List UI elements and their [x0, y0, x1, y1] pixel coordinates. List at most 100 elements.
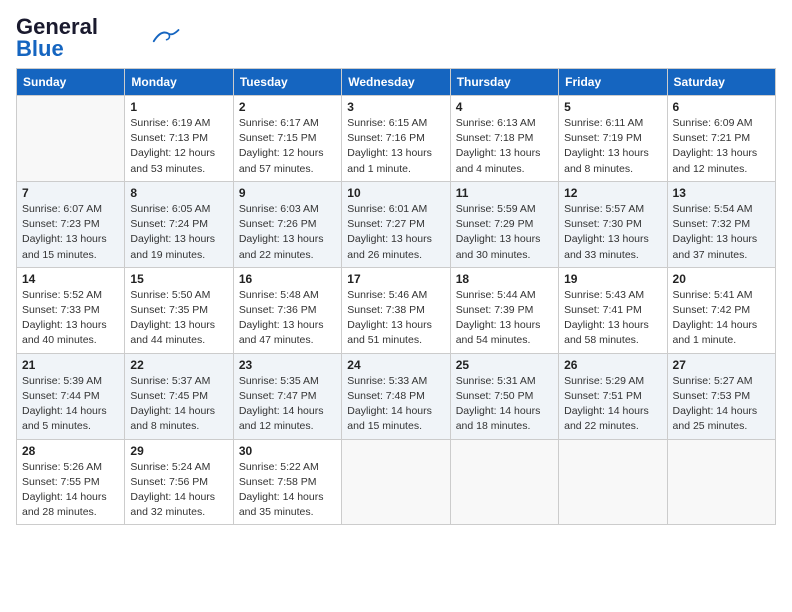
calendar-cell: 22 Sunrise: 5:37 AMSunset: 7:45 PMDayligh… [125, 353, 233, 439]
day-info: Sunrise: 6:01 AMSunset: 7:27 PMDaylight:… [347, 202, 444, 263]
day-number: 24 [347, 358, 444, 372]
day-number: 30 [239, 444, 336, 458]
day-info: Sunrise: 5:50 AMSunset: 7:35 PMDaylight:… [130, 288, 227, 349]
calendar-cell [667, 439, 775, 525]
logo: GeneralBlue [16, 16, 180, 60]
calendar-cell [17, 96, 125, 182]
day-number: 17 [347, 272, 444, 286]
calendar-cell: 12 Sunrise: 5:57 AMSunset: 7:30 PMDayligh… [559, 181, 667, 267]
day-number: 3 [347, 100, 444, 114]
calendar-week-row: 7 Sunrise: 6:07 AMSunset: 7:23 PMDaylight… [17, 181, 776, 267]
day-number: 27 [673, 358, 770, 372]
day-number: 14 [22, 272, 119, 286]
calendar-cell: 26Sunrise: 5:29 AMSunset: 7:51 PMDayligh… [559, 353, 667, 439]
day-info: Sunrise: 5:26 AMSunset: 7:55 PMDaylight:… [22, 460, 119, 521]
calendar-cell: 4Sunrise: 6:13 AMSunset: 7:18 PMDaylight… [450, 96, 558, 182]
day-number: 22 [130, 358, 227, 372]
day-info: Sunrise: 5:35 AMSunset: 7:47 PMDaylight:… [239, 374, 336, 435]
day-info: Sunrise: 5:27 AMSunset: 7:53 PMDaylight:… [673, 374, 770, 435]
calendar-cell: 7 Sunrise: 6:07 AMSunset: 7:23 PMDaylight… [17, 181, 125, 267]
calendar-cell: 13Sunrise: 5:54 AMSunset: 7:32 PMDayligh… [667, 181, 775, 267]
day-number: 1 [130, 100, 227, 114]
day-info: Sunrise: 5:24 AMSunset: 7:56 PMDaylight:… [130, 460, 227, 521]
day-info: Sunrise: 6:07 AMSunset: 7:23 PMDaylight:… [22, 202, 119, 263]
day-info: Sunrise: 5:22 AMSunset: 7:58 PMDaylight:… [239, 460, 336, 521]
day-number: 28 [22, 444, 119, 458]
logo-bird-icon [150, 27, 180, 45]
calendar-cell: 14 Sunrise: 5:52 AMSunset: 7:33 PMDayligh… [17, 267, 125, 353]
weekday-header-row: SundayMondayTuesdayWednesdayThursdayFrid… [17, 69, 776, 96]
calendar-week-row: 14 Sunrise: 5:52 AMSunset: 7:33 PMDayligh… [17, 267, 776, 353]
day-info: Sunrise: 5:37 AMSunset: 7:45 PMDaylight:… [130, 374, 227, 435]
calendar-cell: 30 Sunrise: 5:22 AMSunset: 7:58 PMDayligh… [233, 439, 341, 525]
calendar-cell: 5 Sunrise: 6:11 AMSunset: 7:19 PMDaylight… [559, 96, 667, 182]
day-number: 19 [564, 272, 661, 286]
calendar-cell [342, 439, 450, 525]
calendar-cell [450, 439, 558, 525]
weekday-header-saturday: Saturday [667, 69, 775, 96]
day-number: 5 [564, 100, 661, 114]
calendar-week-row: 1 Sunrise: 6:19 AMSunset: 7:13 PMDaylight… [17, 96, 776, 182]
calendar-cell: 28 Sunrise: 5:26 AMSunset: 7:55 PMDayligh… [17, 439, 125, 525]
day-number: 25 [456, 358, 553, 372]
page-header: GeneralBlue [16, 16, 776, 60]
calendar-cell: 8 Sunrise: 6:05 AMSunset: 7:24 PMDaylight… [125, 181, 233, 267]
day-number: 26 [564, 358, 661, 372]
day-number: 13 [673, 186, 770, 200]
weekday-header-sunday: Sunday [17, 69, 125, 96]
day-number: 10 [347, 186, 444, 200]
calendar-week-row: 21Sunrise: 5:39 AMSunset: 7:44 PMDayligh… [17, 353, 776, 439]
calendar-cell: 1 Sunrise: 6:19 AMSunset: 7:13 PMDaylight… [125, 96, 233, 182]
logo-text: GeneralBlue [16, 16, 98, 60]
day-info: Sunrise: 6:19 AMSunset: 7:13 PMDaylight:… [130, 116, 227, 177]
calendar-cell: 3 Sunrise: 6:15 AMSunset: 7:16 PMDaylight… [342, 96, 450, 182]
day-info: Sunrise: 6:05 AMSunset: 7:24 PMDaylight:… [130, 202, 227, 263]
day-info: Sunrise: 5:44 AMSunset: 7:39 PMDaylight:… [456, 288, 553, 349]
weekday-header-friday: Friday [559, 69, 667, 96]
calendar-cell: 17 Sunrise: 5:46 AMSunset: 7:38 PMDayligh… [342, 267, 450, 353]
day-number: 23 [239, 358, 336, 372]
day-number: 6 [673, 100, 770, 114]
calendar-cell: 29 Sunrise: 5:24 AMSunset: 7:56 PMDayligh… [125, 439, 233, 525]
calendar-cell: 27 Sunrise: 5:27 AMSunset: 7:53 PMDayligh… [667, 353, 775, 439]
day-info: Sunrise: 5:43 AMSunset: 7:41 PMDaylight:… [564, 288, 661, 349]
day-info: Sunrise: 5:39 AMSunset: 7:44 PMDaylight:… [22, 374, 119, 435]
calendar-week-row: 28 Sunrise: 5:26 AMSunset: 7:55 PMDayligh… [17, 439, 776, 525]
day-number: 2 [239, 100, 336, 114]
calendar-cell: 23 Sunrise: 5:35 AMSunset: 7:47 PMDayligh… [233, 353, 341, 439]
day-number: 8 [130, 186, 227, 200]
weekday-header-tuesday: Tuesday [233, 69, 341, 96]
day-info: Sunrise: 5:57 AMSunset: 7:30 PMDaylight:… [564, 202, 661, 263]
day-info: Sunrise: 6:09 AMSunset: 7:21 PMDaylight:… [673, 116, 770, 177]
day-info: Sunrise: 5:31 AMSunset: 7:50 PMDaylight:… [456, 374, 553, 435]
weekday-header-thursday: Thursday [450, 69, 558, 96]
day-number: 20 [673, 272, 770, 286]
calendar-cell: 2Sunrise: 6:17 AMSunset: 7:15 PMDaylight… [233, 96, 341, 182]
day-info: Sunrise: 6:15 AMSunset: 7:16 PMDaylight:… [347, 116, 444, 177]
day-number: 16 [239, 272, 336, 286]
day-info: Sunrise: 5:46 AMSunset: 7:38 PMDaylight:… [347, 288, 444, 349]
day-info: Sunrise: 6:11 AMSunset: 7:19 PMDaylight:… [564, 116, 661, 177]
calendar-cell: 24 Sunrise: 5:33 AMSunset: 7:48 PMDayligh… [342, 353, 450, 439]
day-number: 18 [456, 272, 553, 286]
calendar-cell: 9 Sunrise: 6:03 AMSunset: 7:26 PMDaylight… [233, 181, 341, 267]
calendar-cell: 6 Sunrise: 6:09 AMSunset: 7:21 PMDaylight… [667, 96, 775, 182]
calendar-cell: 20 Sunrise: 5:41 AMSunset: 7:42 PMDayligh… [667, 267, 775, 353]
day-info: Sunrise: 6:13 AMSunset: 7:18 PMDaylight:… [456, 116, 553, 177]
calendar-cell: 16 Sunrise: 5:48 AMSunset: 7:36 PMDayligh… [233, 267, 341, 353]
day-info: Sunrise: 5:48 AMSunset: 7:36 PMDaylight:… [239, 288, 336, 349]
calendar-cell: 10 Sunrise: 6:01 AMSunset: 7:27 PMDayligh… [342, 181, 450, 267]
day-info: Sunrise: 5:33 AMSunset: 7:48 PMDaylight:… [347, 374, 444, 435]
day-info: Sunrise: 6:03 AMSunset: 7:26 PMDaylight:… [239, 202, 336, 263]
day-number: 9 [239, 186, 336, 200]
day-info: Sunrise: 5:52 AMSunset: 7:33 PMDaylight:… [22, 288, 119, 349]
calendar-table: SundayMondayTuesdayWednesdayThursdayFrid… [16, 68, 776, 525]
day-number: 11 [456, 186, 553, 200]
day-number: 29 [130, 444, 227, 458]
day-info: Sunrise: 5:59 AMSunset: 7:29 PMDaylight:… [456, 202, 553, 263]
day-info: Sunrise: 5:41 AMSunset: 7:42 PMDaylight:… [673, 288, 770, 349]
day-number: 12 [564, 186, 661, 200]
calendar-cell: 21Sunrise: 5:39 AMSunset: 7:44 PMDayligh… [17, 353, 125, 439]
day-number: 7 [22, 186, 119, 200]
calendar-cell: 25 Sunrise: 5:31 AMSunset: 7:50 PMDayligh… [450, 353, 558, 439]
